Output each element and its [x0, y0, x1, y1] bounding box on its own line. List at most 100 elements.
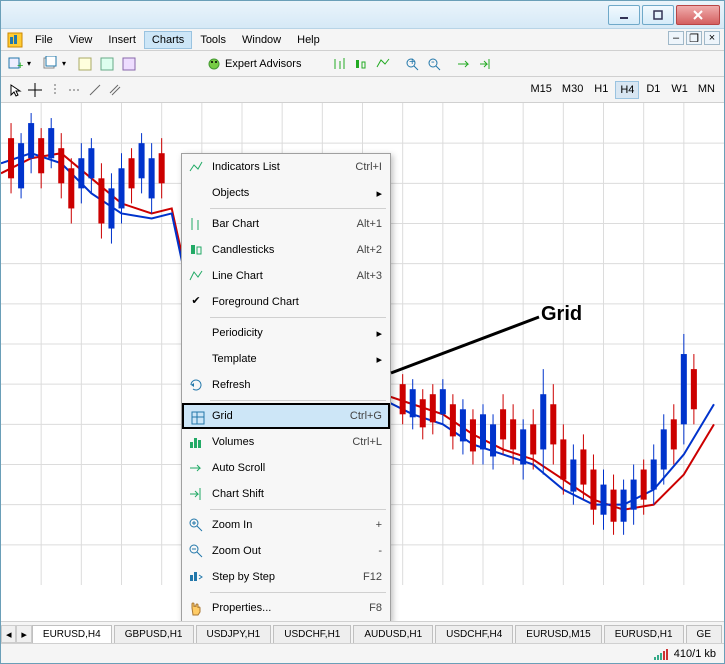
chart-tabs: ◂ ▸ EURUSD,H4 GBPUSD,H1 USDJPY,H1 USDCHF…	[1, 621, 724, 643]
menu-template[interactable]: Template▸	[182, 346, 390, 372]
menu-objects[interactable]: Objects▸	[182, 180, 390, 206]
menu-tools[interactable]: Tools	[192, 31, 234, 49]
tab-gbpusd-h1[interactable]: GBPUSD,H1	[114, 625, 194, 643]
step-icon	[188, 569, 204, 585]
tab-usdchf-h1[interactable]: USDCHF,H1	[273, 625, 351, 643]
zoom-out-button[interactable]: -	[424, 54, 444, 74]
submenu-arrow-icon: ▸	[376, 353, 382, 366]
mdi-close-button[interactable]: ×	[704, 31, 720, 45]
refresh-icon	[188, 377, 204, 393]
tab-overflow[interactable]: GE	[686, 625, 722, 643]
zoom-in-button[interactable]: +	[402, 54, 422, 74]
menu-separator	[210, 400, 386, 401]
expert-icon	[207, 57, 221, 71]
menu-separator	[210, 317, 386, 318]
autoscroll-button[interactable]	[453, 54, 473, 74]
close-button[interactable]	[676, 5, 720, 25]
timeframes: M15 M30 H1 H4 D1 W1 MN	[526, 81, 720, 99]
crosshair-button[interactable]	[25, 80, 45, 100]
menu-refresh[interactable]: Refresh	[182, 372, 390, 398]
svg-text:-: -	[431, 57, 435, 68]
bar-chart-button[interactable]	[329, 54, 349, 74]
maximize-button[interactable]	[642, 5, 674, 25]
menu-foreground[interactable]: ✔ Foreground Chart	[182, 289, 390, 315]
tab-eurusd-m15[interactable]: EURUSD,M15	[515, 625, 601, 643]
menu-insert[interactable]: Insert	[100, 31, 144, 49]
vline-button[interactable]	[45, 80, 65, 100]
menu-zoom-in[interactable]: Zoom In+	[182, 512, 390, 538]
market-watch-button[interactable]	[75, 54, 95, 74]
tf-m30[interactable]: M30	[558, 81, 587, 99]
minimize-button[interactable]	[608, 5, 640, 25]
tab-eurusd-h1[interactable]: EURUSD,H1	[604, 625, 684, 643]
menu-periodicity[interactable]: Periodicity▸	[182, 320, 390, 346]
toolbar-drawing: M15 M30 H1 H4 D1 W1 MN	[1, 77, 724, 103]
channel-button[interactable]	[105, 80, 125, 100]
line-chart-icon	[188, 268, 204, 284]
menu-indicators[interactable]: Indicators ListCtrl+I	[182, 154, 390, 180]
autoscroll-icon	[188, 460, 204, 476]
svg-text:+: +	[17, 60, 23, 72]
trendline-button[interactable]	[85, 80, 105, 100]
tf-h1[interactable]: H1	[589, 81, 613, 99]
tab-usdjpy-h1[interactable]: USDJPY,H1	[196, 625, 272, 643]
menu-separator	[210, 208, 386, 209]
terminal-button[interactable]	[119, 54, 139, 74]
zoom-in-icon	[188, 517, 204, 533]
menu-candlesticks[interactable]: CandlesticksAlt+2	[182, 237, 390, 263]
menu-chartshift[interactable]: Chart Shift	[182, 481, 390, 507]
chartshift-icon	[188, 486, 204, 502]
bar-chart-icon	[188, 216, 204, 232]
menu-separator	[210, 592, 386, 593]
menu-step[interactable]: Step by StepF12	[182, 564, 390, 590]
grid-icon	[190, 410, 206, 426]
candle-icon	[188, 242, 204, 258]
chartshift-button[interactable]	[475, 54, 495, 74]
menu-view[interactable]: View	[61, 31, 101, 49]
tf-d1[interactable]: D1	[641, 81, 665, 99]
volumes-icon	[188, 434, 204, 450]
menu-grid[interactable]: GridCtrl+G	[182, 403, 390, 429]
menu-separator	[210, 509, 386, 510]
menu-volumes[interactable]: VolumesCtrl+L	[182, 429, 390, 455]
menu-bar-chart[interactable]: Bar ChartAlt+1	[182, 211, 390, 237]
tab-eurusd-h4[interactable]: EURUSD,H4	[32, 625, 112, 643]
menu-zoom-out[interactable]: Zoom Out-	[182, 538, 390, 564]
line-chart-button[interactable]	[373, 54, 393, 74]
annotation-arrow	[389, 315, 549, 375]
menu-charts[interactable]: Charts	[144, 31, 192, 49]
tabs-next-button[interactable]: ▸	[16, 625, 31, 643]
candle-chart-button[interactable]	[351, 54, 371, 74]
toolbar-main: + ▾ ▾ Expert Advisors + -	[1, 51, 724, 77]
tf-w1[interactable]: W1	[667, 81, 692, 99]
titlebar	[1, 1, 724, 29]
hline-button[interactable]	[65, 80, 85, 100]
menu-line-chart[interactable]: Line ChartAlt+3	[182, 263, 390, 289]
menu-properties[interactable]: Properties...F8	[182, 595, 390, 621]
menu-file[interactable]: File	[27, 31, 61, 49]
new-chart-button[interactable]: +	[5, 54, 25, 74]
charts-dropdown: Indicators ListCtrl+I Objects▸ Bar Chart…	[181, 153, 391, 621]
tab-audusd-h1[interactable]: AUDUSD,H1	[353, 625, 433, 643]
submenu-arrow-icon: ▸	[376, 187, 382, 200]
expert-advisors-button[interactable]: Expert Advisors	[203, 54, 305, 74]
menu-window[interactable]: Window	[234, 31, 289, 49]
tf-m15[interactable]: M15	[527, 81, 556, 99]
menu-autoscroll[interactable]: Auto Scroll	[182, 455, 390, 481]
tf-mn[interactable]: MN	[694, 81, 719, 99]
connection-icon	[654, 648, 668, 660]
profiles-button[interactable]	[40, 54, 60, 74]
check-icon: ✔	[188, 294, 204, 310]
cursor-button[interactable]	[5, 80, 25, 100]
tab-usdchf-h4[interactable]: USDCHF,H4	[435, 625, 513, 643]
indicators-icon	[188, 159, 204, 175]
navigator-button[interactable]	[97, 54, 117, 74]
menu-help[interactable]: Help	[289, 31, 328, 49]
mdi-minimize-button[interactable]: ‒	[668, 31, 684, 45]
tabs-prev-button[interactable]: ◂	[1, 625, 16, 643]
chart-area[interactable]: /*placeholder*/	[1, 103, 724, 621]
mdi-buttons: ‒ ❐ ×	[668, 31, 720, 45]
expert-label: Expert Advisors	[225, 58, 301, 70]
mdi-restore-button[interactable]: ❐	[686, 31, 702, 45]
tf-h4[interactable]: H4	[615, 81, 639, 99]
